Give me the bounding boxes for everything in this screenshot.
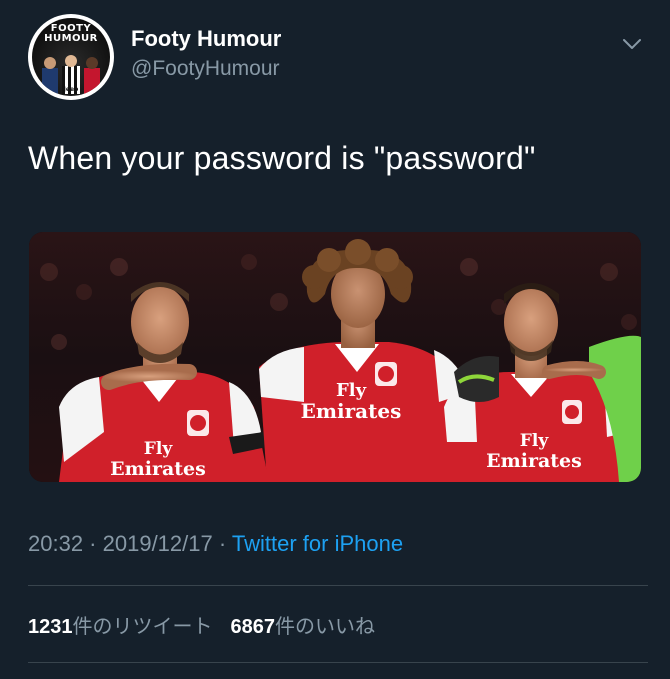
likes-stat[interactable]: 6867件のいいね: [231, 616, 376, 638]
avatar-logo: FOOTY HUMOUR: [32, 24, 110, 44]
divider: [28, 662, 648, 663]
display-name[interactable]: Footy Humour: [131, 26, 281, 52]
avatar-image: FOOTY HUMOUR Jeep: [32, 18, 110, 96]
middle-jersey-sponsor-line2: Emirates: [301, 399, 402, 423]
tweet-detail: FOOTY HUMOUR Jeep Footy Humour @FootyHum…: [0, 0, 670, 679]
account-handle[interactable]: @FootyHumour: [131, 57, 280, 81]
tweet-stats: 1231件のリツイート 6867件のいいね: [28, 610, 375, 639]
retweets-stat[interactable]: 1231件のリツイート: [28, 616, 213, 638]
meta-separator-2: ·: [212, 531, 232, 556]
avatar-logo-line2: HUMOUR: [44, 33, 98, 44]
left-jersey-sponsor-line1: Fly: [144, 439, 174, 459]
chevron-down-icon[interactable]: [620, 32, 644, 56]
tweet-header: FOOTY HUMOUR Jeep Footy Humour @FootyHum…: [28, 14, 648, 100]
retweets-count: 1231: [28, 616, 73, 638]
left-jersey-sponsor-line2: Emirates: [110, 458, 206, 480]
avatar-jersey-text: Jeep: [63, 86, 79, 93]
likes-count: 6867: [230, 616, 276, 638]
likes-label: 件のいいね: [275, 616, 375, 638]
tweet-text: When your password is "password": [28, 140, 536, 176]
players-photo: Fly Emirates Fly Emirates Fly Emirates: [29, 232, 641, 482]
right-jersey-sponsor-line1: Fly: [520, 431, 550, 451]
meta-separator-1: ·: [83, 531, 103, 556]
right-jersey-sponsor-line2: Emirates: [486, 450, 582, 472]
tweet-media-photo[interactable]: Fly Emirates Fly Emirates Fly Emirates: [29, 232, 641, 482]
divider: [28, 585, 648, 586]
tweet-meta: 20:32 · 2019/12/17 · Twitter for iPhone: [28, 531, 403, 557]
tweet-date[interactable]: 2019/12/17: [103, 531, 213, 556]
middle-jersey-sponsor-line1: Fly: [336, 380, 367, 401]
tweet-source-link[interactable]: Twitter for iPhone: [232, 531, 403, 556]
avatar-players-graphic: Jeep: [42, 55, 100, 94]
arm-right: [542, 361, 606, 379]
avatar[interactable]: FOOTY HUMOUR Jeep: [28, 14, 114, 100]
retweets-label: 件のリツイート: [72, 616, 213, 638]
tweet-time[interactable]: 20:32: [28, 531, 83, 556]
